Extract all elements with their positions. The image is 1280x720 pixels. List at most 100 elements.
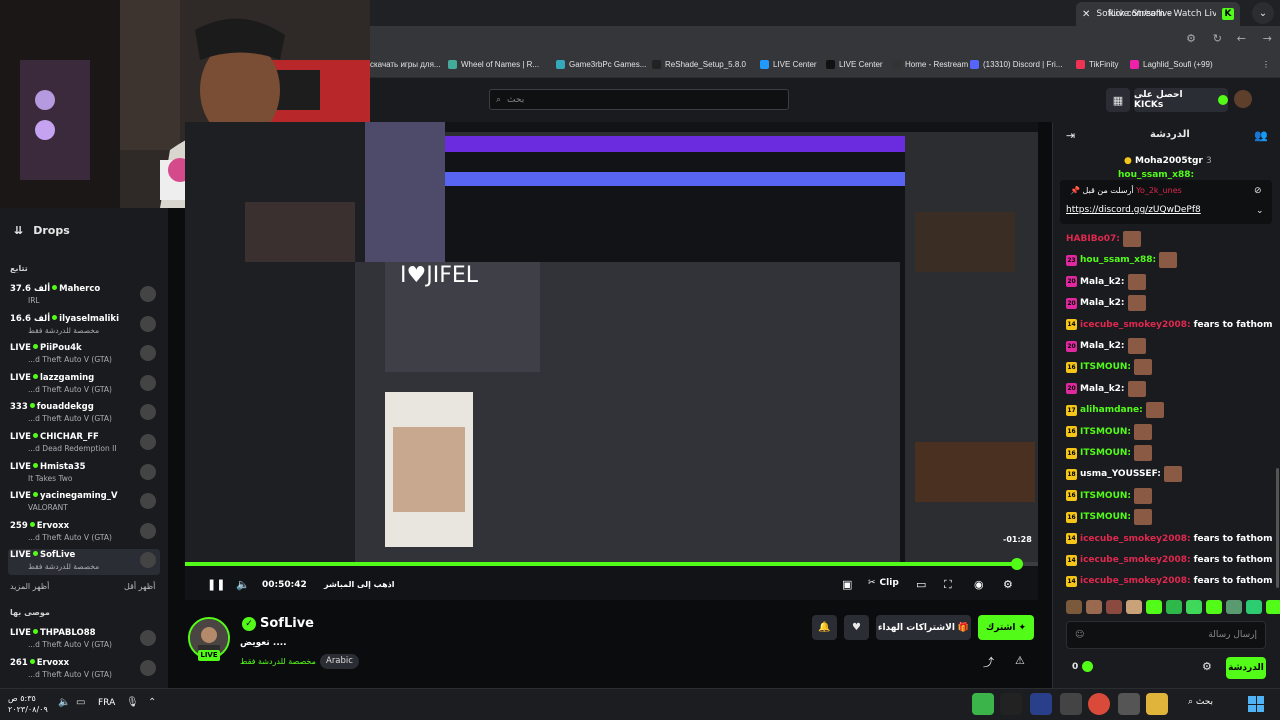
browse-icon[interactable]: ▦ bbox=[1106, 88, 1130, 112]
bookmark-item[interactable]: Game3rbPc Games... bbox=[556, 60, 646, 69]
chat-username[interactable]: Mala_k2: bbox=[1080, 341, 1125, 351]
taskbar-app-icon[interactable] bbox=[1030, 693, 1052, 715]
bookmark-item[interactable]: LIVE Center bbox=[760, 60, 817, 69]
chat-username[interactable]: ITSMOUN: bbox=[1080, 362, 1131, 372]
show-more-link[interactable]: أظهر المزيد bbox=[10, 582, 49, 591]
taskbar-clock[interactable]: ٥:٣٥ ص ٢٠٢٣/٠٨/٠٩ bbox=[8, 693, 48, 715]
report-warning-icon[interactable]: ⚠ bbox=[1015, 654, 1025, 667]
emote[interactable] bbox=[1186, 600, 1202, 614]
chat-username[interactable]: Mala_k2: bbox=[1080, 384, 1125, 394]
sidebar-channel-ervoxx[interactable]: 261 Ervoxx ...d Theft Auto V (GTA) bbox=[8, 657, 160, 683]
back-arrow-icon[interactable]: → bbox=[1263, 32, 1272, 45]
emote[interactable] bbox=[1106, 600, 1122, 614]
user-avatar[interactable] bbox=[1234, 90, 1252, 108]
reload-icon[interactable]: ↻ bbox=[1213, 32, 1222, 45]
chat-username[interactable]: ITSMOUN: bbox=[1080, 491, 1131, 501]
taskbar-app-icon[interactable] bbox=[1000, 693, 1022, 715]
chat-username[interactable]: icecube_smokey2008: bbox=[1080, 320, 1191, 330]
pinned-leader[interactable]: ● Moha2005tgr 3 bbox=[1124, 156, 1212, 166]
start-menu-icon[interactable] bbox=[1248, 696, 1264, 712]
emote[interactable] bbox=[1146, 600, 1162, 614]
pinned-link[interactable]: https://discord.gg/zUQwDePf8 bbox=[1066, 205, 1201, 215]
sidebar-channel-yacinegaming_v[interactable]: LIVE yacinegaming_V VALORANT bbox=[8, 490, 160, 516]
sidebar-channel-chichar_ff[interactable]: LIVE CHICHAR_FF ...d Dead Redemption II bbox=[8, 431, 160, 457]
file-explorer-icon[interactable] bbox=[1146, 693, 1168, 715]
chat-username[interactable]: Mala_k2: bbox=[1080, 277, 1125, 287]
sidebar-channel-maherco[interactable]: 37.6 ألف Maherco IRL bbox=[8, 283, 160, 309]
chat-scrollbar[interactable] bbox=[1276, 468, 1279, 588]
emote[interactable] bbox=[1246, 600, 1262, 614]
show-less-link[interactable]: أظهر أقل bbox=[124, 582, 155, 591]
sidebar-channel-ilyaselmaliki[interactable]: 16.6 ألف ilyaselmaliki مخصصة للدردشة فقط bbox=[8, 313, 160, 339]
bookmark-item[interactable]: Wheel of Names | R... bbox=[448, 60, 539, 69]
chat-username[interactable]: HABIBo07: bbox=[1066, 234, 1120, 244]
search-input[interactable]: ⌕ بحث bbox=[489, 89, 789, 110]
chat-input[interactable]: ☺ إرسال رسالة bbox=[1066, 621, 1266, 649]
tray-chevron-icon[interactable]: ⌃ bbox=[148, 697, 156, 708]
sidebar-channel-piipou4k[interactable]: LIVE PiiPou4k ...d Theft Auto V (GTA) bbox=[8, 342, 160, 368]
theater-mode-icon[interactable]: ▭ bbox=[916, 578, 926, 591]
emote[interactable] bbox=[1206, 600, 1222, 614]
sidebar-channel-thpablo88[interactable]: LIVE THPABLO88 ...d Theft Auto V (GTA) bbox=[8, 627, 160, 653]
taskbar-search[interactable]: ⌕ بحث bbox=[1188, 697, 1213, 707]
emote[interactable] bbox=[1066, 600, 1082, 614]
emote[interactable] bbox=[1166, 600, 1182, 614]
network-icon[interactable]: ▭ bbox=[76, 697, 85, 708]
microphone-icon[interactable]: 🎙 bbox=[126, 697, 139, 708]
chat-username[interactable]: icecube_smokey2008: bbox=[1080, 576, 1191, 586]
expand-chevron-icon[interactable]: ⌄ bbox=[1256, 206, 1264, 216]
bookmark-item[interactable]: Home - Restream bbox=[892, 60, 968, 69]
kicks-balance[interactable]: 0 bbox=[1072, 661, 1094, 672]
bookmark-item[interactable]: Laghlid_Soufi (+99) bbox=[1130, 60, 1213, 69]
bookmarks-more-icon[interactable]: ⋮ bbox=[1262, 60, 1270, 69]
picture-in-picture-icon[interactable]: ▣ bbox=[842, 578, 852, 591]
go-live-button[interactable]: اذهب إلى المباشر bbox=[324, 580, 395, 589]
chat-username[interactable]: icecube_smokey2008: bbox=[1080, 534, 1191, 544]
bookmark-item[interactable]: (13310) Discord | Fri... bbox=[970, 60, 1062, 69]
chat-username[interactable]: ITSMOUN: bbox=[1080, 512, 1131, 522]
taskbar-app-icon[interactable] bbox=[1060, 693, 1082, 715]
sidebar-channel-hmista35[interactable]: LIVE Hmista35 It Takes Two bbox=[8, 461, 160, 487]
bookmark-item[interactable]: ReShade_Setup_5.8.0 bbox=[652, 60, 746, 69]
emote[interactable] bbox=[1226, 600, 1242, 614]
speaker-icon[interactable]: 🔈 bbox=[58, 697, 70, 708]
chat-username[interactable]: ITSMOUN: bbox=[1080, 427, 1131, 437]
sidebar-channel-lazzgaming[interactable]: LIVE lazzgaming ...d Theft Auto V (GTA) bbox=[8, 372, 160, 398]
store-icon[interactable] bbox=[1118, 693, 1140, 715]
url-text[interactable]: kick.com/soflive bbox=[1109, 8, 1172, 18]
progress-handle[interactable] bbox=[1010, 558, 1023, 570]
chrome-icon[interactable] bbox=[1088, 693, 1110, 715]
bookmark-item[interactable]: TikFinity bbox=[1076, 60, 1118, 69]
taskbar-app-icon[interactable] bbox=[972, 693, 994, 715]
sidebar-channel-fouaddekgg[interactable]: 333 fouaddekgg ...d Theft Auto V (GTA) bbox=[8, 401, 160, 427]
chat-username[interactable]: Mala_k2: bbox=[1080, 298, 1125, 308]
bookmark-item[interactable]: LIVE Center bbox=[826, 60, 883, 69]
chat-username[interactable]: ITSMOUN: bbox=[1080, 448, 1131, 458]
pause-icon[interactable]: ❚❚ bbox=[207, 578, 225, 591]
forward-arrow-icon[interactable]: ← bbox=[1237, 32, 1246, 45]
share-icon[interactable]: ⤴ bbox=[983, 654, 994, 670]
gift-subs-button[interactable]: الاشتراكات الهداء 🎁 bbox=[876, 615, 971, 640]
quality-icon[interactable]: ◉ bbox=[974, 578, 984, 591]
sidebar-channel-ervoxx[interactable]: 259 Ervoxx ...d Theft Auto V (GTA) bbox=[8, 520, 160, 546]
notification-bell-icon[interactable]: 🔔 bbox=[812, 615, 837, 640]
unpin-icon[interactable]: ⊘ bbox=[1254, 186, 1262, 196]
volume-icon[interactable]: 🔈 bbox=[236, 578, 250, 591]
clip-button[interactable]: ✂ Clip bbox=[868, 578, 899, 588]
chat-username[interactable]: icecube_smokey2008: bbox=[1080, 555, 1191, 565]
subscribe-button[interactable]: اشترك ✦ bbox=[978, 615, 1034, 640]
emote[interactable] bbox=[1126, 600, 1142, 614]
chat-username[interactable]: usma_YOUSSEF: bbox=[1080, 469, 1161, 479]
site-settings-icon[interactable]: ⚙ bbox=[1186, 32, 1196, 45]
emote[interactable] bbox=[1266, 600, 1280, 614]
stream-category[interactable]: مخصصة للدردشة فقط bbox=[240, 657, 316, 666]
streamer-name[interactable]: SofLive bbox=[260, 616, 314, 631]
language-tag[interactable]: Arabic bbox=[320, 654, 359, 669]
bookmark-item[interactable]: скачать игры для... bbox=[370, 60, 441, 69]
follow-heart-icon[interactable]: ♥ bbox=[844, 615, 869, 640]
collapse-chat-icon[interactable]: ⇥ bbox=[1066, 129, 1075, 142]
tab-search-chevron-icon[interactable]: ⌄ bbox=[1252, 2, 1274, 24]
emoji-picker-icon[interactable]: ☺ bbox=[1075, 630, 1084, 640]
video-player[interactable]: I♥JIFEL bbox=[185, 122, 1038, 600]
settings-gear-icon[interactable]: ⚙ bbox=[1003, 578, 1013, 591]
